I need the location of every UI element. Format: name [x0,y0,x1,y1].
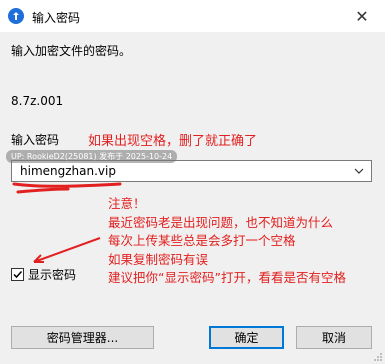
ok-button[interactable]: 确定 [209,326,284,349]
chevron-down-icon[interactable] [353,164,365,178]
show-password-option[interactable]: 显示密码 [11,266,76,283]
show-password-checkbox[interactable] [11,268,24,281]
resize-grip-icon[interactable] [373,352,383,362]
close-icon: ✕ [355,6,369,26]
note-line: 注意！ [108,196,146,211]
show-password-label: 显示密码 [28,268,77,282]
close-button[interactable]: ✕ [339,0,385,32]
space-hint-annotation: 如果出现空格，删了就正确了 [88,134,258,149]
app-icon [8,8,24,24]
note-line: 如果复制密码有误 [108,251,209,267]
title-bar: 输入密码 ✕ [0,0,385,32]
note-annotation: 注意！ 最近密码老是出现问题，也不知道为什么 每次上传某些总是会多打一个空格 如… [108,195,346,288]
note-line: 最近密码老是出现问题，也不知道为什么 [108,214,334,230]
password-manager-button[interactable]: 密码管理器... [11,326,154,349]
note-line: 每次上传某些总是会多打一个空格 [108,233,296,248]
note-line: 建议把你“显示密码”打开，看看是否有空格 [108,270,346,285]
archive-filename: 8.7z.001 [11,94,64,108]
cancel-button[interactable]: 取消 [296,326,372,349]
password-combobox[interactable]: himengzhan.vip [11,160,372,182]
checkmark-icon [13,270,23,279]
window-title: 输入密码 [32,11,81,25]
prompt-text: 输入加密文件的密码。 [11,44,132,58]
watermark: UP: RookieD2(25081) 发布于 2025-10-24 [6,150,178,163]
password-label: 输入密码 [11,133,60,147]
red-arrow-annotation [33,237,101,263]
password-field[interactable]: himengzhan.vip [20,164,116,178]
